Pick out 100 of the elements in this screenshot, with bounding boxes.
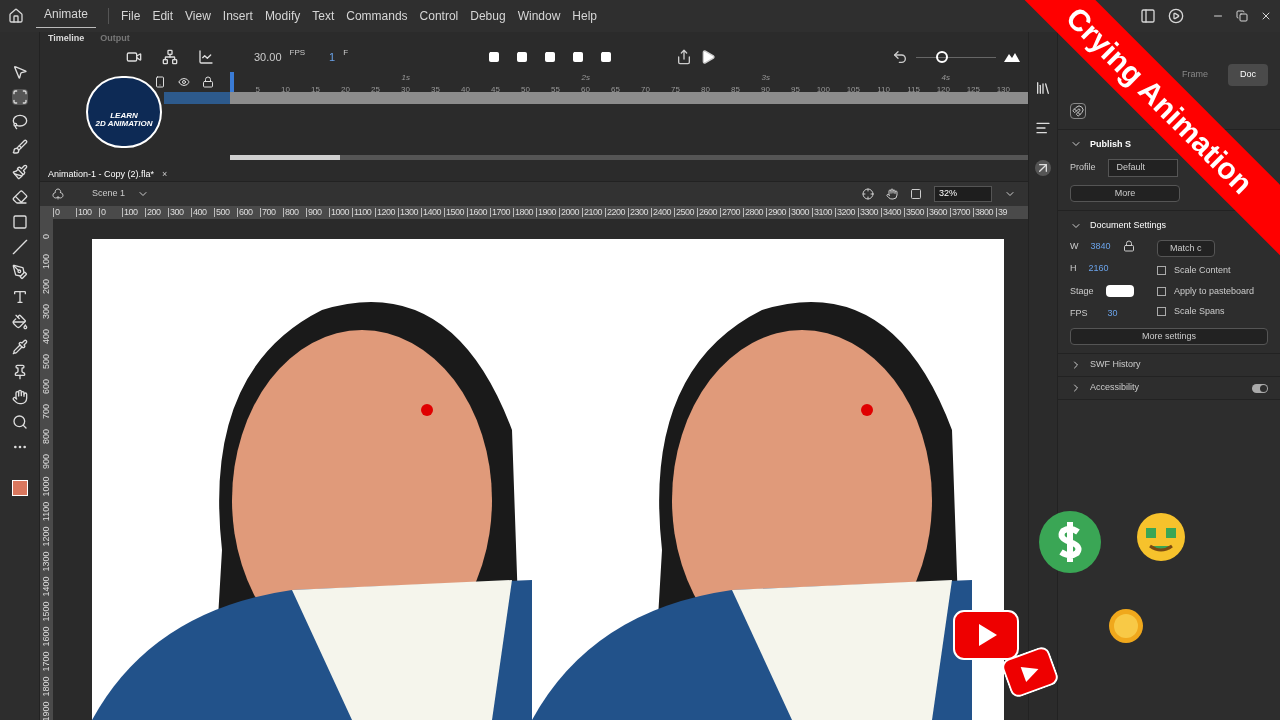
panel-tab[interactable]: Timeline [48, 32, 85, 42]
app-menu[interactable]: Animate [36, 4, 97, 28]
snap-icon[interactable] [1070, 103, 1086, 119]
export-icon[interactable] [676, 49, 692, 65]
match-button[interactable]: Match c [1157, 239, 1215, 257]
menu-item[interactable]: View [185, 7, 211, 25]
more-button[interactable]: More [1070, 184, 1180, 202]
ruler-label: 0 [99, 208, 122, 217]
menu-item[interactable]: Debug [470, 7, 506, 25]
menu-item[interactable]: Insert [222, 7, 253, 25]
menu-item[interactable]: Text [312, 7, 335, 25]
close-tab-button[interactable]: × [162, 167, 168, 182]
section-title[interactable]: Accessibility [1090, 381, 1244, 395]
rectangle-icon[interactable] [11, 214, 28, 230]
ruler-label: 2600 [697, 208, 720, 217]
ruler-label: 1200 [375, 208, 398, 217]
search-icon[interactable] [11, 414, 28, 430]
ruler-label: 1700 [490, 208, 513, 217]
visibility-icon[interactable] [178, 76, 190, 88]
center-icon[interactable] [862, 188, 874, 200]
eyedropper-icon[interactable] [11, 339, 28, 355]
ruler-label: 700 [42, 404, 51, 419]
ruler-label: 2900 [766, 208, 789, 217]
scene-name[interactable]: Scene 1 [92, 187, 126, 201]
transform-icon[interactable] [11, 89, 28, 105]
blank-keyframe-icon[interactable] [516, 51, 528, 63]
ruler-label: 1300 [398, 208, 421, 217]
menu-item[interactable]: Help [572, 7, 598, 25]
maximize-icon[interactable] [1236, 10, 1248, 22]
stage-color-swatch[interactable] [1105, 285, 1134, 298]
clip-icon[interactable] [910, 188, 922, 200]
panel-icon[interactable] [1140, 8, 1156, 24]
more-settings-button[interactable]: More settings [1070, 327, 1268, 345]
ruler-label: 1500 [444, 208, 467, 217]
bucket-icon[interactable] [11, 314, 28, 330]
frame-label: 95 [790, 84, 801, 96]
scene-icon[interactable] [52, 188, 64, 200]
text-icon[interactable] [11, 289, 28, 305]
arrow-icon[interactable] [11, 64, 28, 80]
seconds-label: 1s [400, 72, 411, 84]
ruler-label: 100 [122, 208, 145, 217]
ruler-label: 800 [42, 429, 51, 444]
height-value[interactable]: 2160 [1088, 262, 1109, 276]
section-title[interactable]: Publish S [1090, 137, 1131, 151]
keyframe-icon[interactable] [488, 51, 500, 63]
fill-color-swatch[interactable] [11, 480, 28, 496]
line-icon[interactable] [11, 239, 28, 255]
brush-icon[interactable] [11, 139, 28, 155]
ruler-label: 300 [42, 304, 51, 319]
document-tab[interactable]: Animation-1 - Copy (2).fla* [44, 167, 159, 182]
lasso-icon[interactable] [11, 114, 28, 130]
zoom-slider[interactable] [916, 51, 996, 63]
menu-item[interactable]: Modify [264, 7, 301, 25]
frame-label: 70 [640, 84, 651, 96]
mountain-icon[interactable] [1004, 52, 1020, 62]
zoom-field[interactable]: 32% [934, 186, 992, 202]
ruler-label: 39 [996, 208, 1019, 217]
menu-item[interactable]: Window [517, 7, 561, 25]
motion-icon[interactable] [1035, 160, 1051, 176]
money-face-icon [1136, 512, 1186, 562]
menu-item[interactable]: File [121, 7, 141, 25]
pen-icon[interactable] [11, 264, 28, 280]
timeline-scrollbar[interactable] [230, 155, 1028, 160]
menu-item[interactable]: Commands [346, 7, 408, 25]
align-icon[interactable] [1035, 120, 1051, 136]
menu-item[interactable]: Edit [152, 7, 174, 25]
play-icon[interactable] [700, 49, 716, 65]
frame-label: 55 [550, 84, 561, 96]
layers-icon[interactable] [162, 49, 178, 65]
section-title[interactable]: Document Settings [1090, 219, 1167, 233]
eraser-icon[interactable] [11, 189, 28, 205]
frame-label: 85 [730, 84, 741, 96]
close-icon[interactable] [1260, 10, 1272, 22]
fps-value[interactable]: 30 [1107, 307, 1118, 321]
ruler-label: 300 [168, 208, 191, 217]
width-value[interactable]: 3840 [1090, 239, 1111, 253]
paintbrush-icon[interactable] [11, 164, 28, 180]
graph-icon[interactable] [198, 49, 214, 65]
checkbox-label: Scale Spans [1174, 305, 1225, 318]
toggle-switch[interactable] [1252, 383, 1268, 393]
ruler-label: 400 [191, 208, 214, 217]
checkbox[interactable] [1157, 286, 1166, 296]
lock-icon[interactable] [1122, 240, 1135, 253]
properties-tab[interactable]: Doc [1228, 64, 1268, 86]
checkbox[interactable] [1157, 266, 1166, 276]
menu-item[interactable]: Control [419, 7, 459, 25]
frame-unit: F [343, 47, 349, 59]
camera-icon[interactable] [126, 49, 142, 65]
home-icon[interactable] [8, 8, 24, 24]
lock-icon[interactable] [202, 76, 214, 88]
frame-label: 90 [760, 84, 771, 96]
checkbox[interactable] [1157, 307, 1166, 317]
play-icon[interactable] [1168, 8, 1184, 24]
delete-icon[interactable] [600, 51, 612, 63]
library-icon[interactable] [1035, 80, 1051, 96]
properties-tab[interactable]: Frame [1169, 64, 1220, 86]
hand-icon[interactable] [11, 389, 28, 405]
insert-icon[interactable] [572, 51, 584, 63]
section-title[interactable]: SWF History [1090, 358, 1268, 372]
undo-icon[interactable] [892, 49, 908, 65]
